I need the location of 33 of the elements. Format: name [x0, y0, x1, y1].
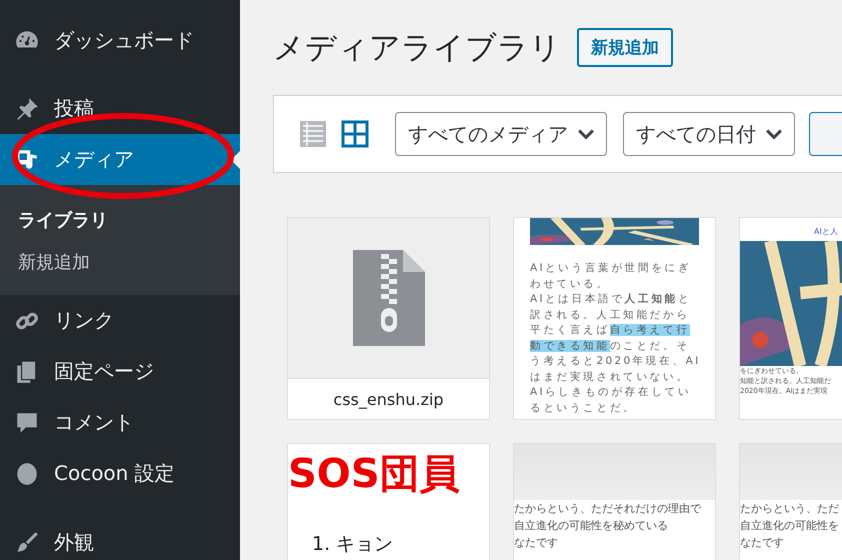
list-item: 1. キョン	[312, 532, 394, 557]
document-heading: SOS団員	[288, 450, 461, 499]
menu-item[interactable]: コメント	[0, 397, 240, 448]
chevron-down-icon	[578, 128, 594, 140]
add-new-button[interactable]: 新規追加	[577, 28, 673, 67]
menu-item[interactable]: リンク	[0, 295, 240, 346]
media-thumbnail[interactable]: AIという言葉が世間をにぎわせている。 AIとは日本語で人工知能と訳される。人工知能だから平たく言えば 自ら考えて行動できる知能 のことだ。そう考えると2020年現在、AIはまだ実現されていない。AIらしきものが存在しているということだ。	[514, 218, 715, 419]
menu-item[interactable]: ダッシュボード	[0, 15, 240, 66]
filter-dropdown[interactable]: すべての日付	[623, 112, 795, 156]
button[interactable]	[809, 112, 842, 156]
document-text: たからという、ただ	[740, 501, 840, 517]
menu-item[interactable]: Cocoon 設定	[0, 448, 240, 499]
document-text: AIという言葉が世間をにぎわせている。 AIとは日本語で人工知能と訳される。人工知能だから平たく言えば 自ら考えて行動できる知能 のことだ。そう考えると2020年現在、AIはまだ実現されていない。AIらしきものが存在しているということだ。	[530, 261, 701, 416]
document-text: 自立進化の可能性を	[740, 518, 840, 534]
submenu-item[interactable]: ライブラリ	[0, 199, 240, 241]
filter-dropdown[interactable]: すべてのメディア	[395, 112, 607, 156]
menu-item[interactable]: 外観	[0, 517, 240, 560]
media-thumbnail[interactable]: たからという、ただ 自立進化の可能性を なたです	[740, 444, 842, 560]
document-heading: AIと人	[813, 226, 838, 238]
document-text: 自立進化の可能性を秘めている	[514, 518, 669, 534]
menu-item[interactable]: 固定ページ	[0, 346, 240, 397]
media-thumbnail[interactable]: たからという、ただそれだけの理由で 自立進化の可能性を秘めている なたです	[514, 444, 715, 560]
page-title: メディアライブラリ	[273, 28, 561, 68]
document-text: たからという、ただそれだけの理由で	[514, 501, 702, 517]
chevron-down-icon	[766, 128, 782, 140]
zip-file-icon	[352, 250, 424, 346]
document-text: なたです	[740, 535, 785, 551]
file-name: css_enshu.zip	[288, 378, 489, 419]
media-thumbnail[interactable]: SOS団員 1. キョン	[288, 444, 489, 560]
document-text: なたです	[514, 535, 559, 551]
menu-item[interactable]: メディア	[0, 134, 240, 185]
grid-view-icon[interactable]	[341, 120, 369, 148]
submenu-item[interactable]: 新規追加	[0, 241, 240, 283]
